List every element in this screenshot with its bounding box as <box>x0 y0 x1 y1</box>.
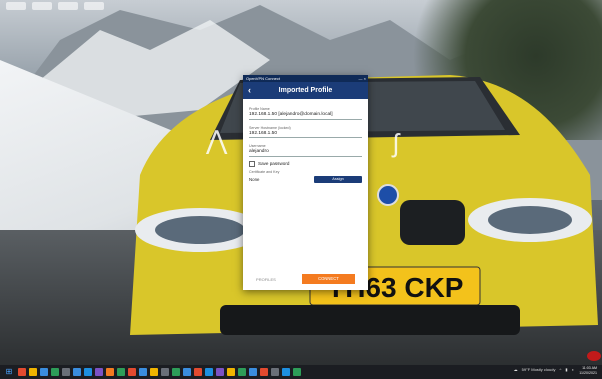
profiles-button[interactable]: PROFILES <box>256 277 276 282</box>
page-title: Imported Profile <box>278 87 333 94</box>
profile-name-field[interactable]: 192.168.1.50 [alejandro@domain.local] <box>249 111 362 120</box>
window-titlebar[interactable]: OpenVPN Connect — × <box>243 75 368 82</box>
taskbar-app-icon[interactable] <box>95 368 103 376</box>
taskbar-app-icon[interactable] <box>249 368 257 376</box>
taskbar-app-icon[interactable] <box>161 368 169 376</box>
window-title: OpenVPN Connect <box>246 76 281 81</box>
taskbar-app-icon[interactable] <box>62 368 70 376</box>
taskbar-app-icon[interactable] <box>271 368 279 376</box>
taskbar-app-icon[interactable] <box>260 368 268 376</box>
taskbar-app-icon[interactable] <box>139 368 147 376</box>
clock[interactable]: 11:03 AM 11/20/2021 <box>579 366 597 376</box>
desktop-shortcut-icon[interactable] <box>58 2 78 10</box>
window-footer: PROFILES CONNECT <box>243 274 368 284</box>
desktop-shortcut-icon[interactable] <box>32 2 52 10</box>
taskbar-app-icon[interactable] <box>117 368 125 376</box>
server-hostname-field: 192.168.1.50 <box>249 130 362 138</box>
weather-text[interactable]: 59°F Mostly cloudy <box>522 367 556 372</box>
taskbar-app-icon[interactable] <box>216 368 224 376</box>
chevron-left-icon[interactable]: ‹ <box>248 85 251 95</box>
taskbar-app-icon[interactable] <box>293 368 301 376</box>
system-tray: ☁ 59°F Mostly cloudy ^ ▮ ◖ <box>514 367 574 372</box>
save-password-label: Save password <box>258 161 290 166</box>
taskbar-app-icon[interactable] <box>106 368 114 376</box>
taskbar-app-icon[interactable] <box>40 368 48 376</box>
volume-icon[interactable]: ◖ <box>572 367 574 372</box>
taskbar-app-icon[interactable] <box>150 368 158 376</box>
overlay-m-glyph: ⋀ <box>206 125 228 155</box>
cert-key-value: None <box>249 176 260 182</box>
clock-date: 11/20/2021 <box>579 371 597 375</box>
cert-key-row: None Assign <box>249 175 362 183</box>
taskbar-app-icon[interactable] <box>282 368 290 376</box>
taskbar-app-icon[interactable] <box>183 368 191 376</box>
username-field[interactable]: alejandro <box>249 148 362 157</box>
weather-icon[interactable]: ☁ <box>514 367 518 372</box>
taskbar-apps <box>18 368 301 376</box>
taskbar: ⊞ ☁ 59°F Mostly cloudy ^ ▮ ◖ 11:03 AM 11… <box>0 365 602 379</box>
save-password-checkbox[interactable] <box>249 160 255 167</box>
taskbar-app-icon[interactable] <box>18 368 26 376</box>
windows-start-icon[interactable]: ⊞ <box>4 367 14 377</box>
overlay-s-glyph: ʃ <box>393 128 399 158</box>
taskbar-app-icon[interactable] <box>73 368 81 376</box>
notification-badge-icon[interactable] <box>587 351 601 361</box>
desktop-icons <box>6 2 104 10</box>
save-password-row[interactable]: Save password <box>249 160 362 167</box>
cert-key-label: Certificate and Key <box>249 169 280 174</box>
taskbar-app-icon[interactable] <box>51 368 59 376</box>
window-controls[interactable]: — × <box>359 75 366 82</box>
taskbar-app-icon[interactable] <box>194 368 202 376</box>
taskbar-app-icon[interactable] <box>172 368 180 376</box>
taskbar-app-icon[interactable] <box>205 368 213 376</box>
taskbar-app-icon[interactable] <box>84 368 92 376</box>
taskbar-app-icon[interactable] <box>128 368 136 376</box>
assign-button[interactable]: Assign <box>314 175 362 183</box>
profile-form: Profile Name 192.168.1.50 [alejandro@dom… <box>243 99 368 183</box>
network-icon[interactable]: ▮ <box>565 367 567 372</box>
chevron-up-icon[interactable]: ^ <box>559 367 561 372</box>
desktop-shortcut-icon[interactable] <box>6 2 26 10</box>
openvpn-window: OpenVPN Connect — × ‹ Imported Profile P… <box>243 75 368 290</box>
taskbar-app-icon[interactable] <box>227 368 235 376</box>
connect-button[interactable]: CONNECT <box>301 274 355 284</box>
profile-header: ‹ Imported Profile <box>243 82 368 99</box>
taskbar-app-icon[interactable] <box>29 368 37 376</box>
desktop-shortcut-icon[interactable] <box>84 2 104 10</box>
taskbar-app-icon[interactable] <box>238 368 246 376</box>
